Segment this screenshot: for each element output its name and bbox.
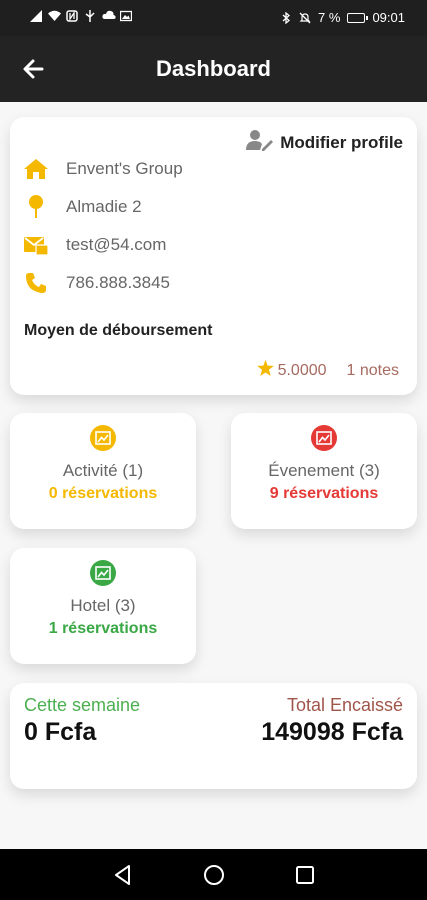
app-bar: Dashboard [0,36,427,102]
nfc-icon [66,10,78,22]
phone-row: 786.888.3845 [24,271,170,295]
total-summary: Total Encaissé 149098 Fcfa [261,695,403,747]
hotel-card[interactable]: Hotel (3) 1 réservations [10,548,196,664]
modify-profile-label: Modifier profile [280,132,403,152]
activity-card[interactable]: Activité (1) 0 réservations [10,413,196,529]
totals-card: Cette semaine 0 Fcfa Total Encaissé 1490… [10,683,417,789]
week-summary: Cette semaine 0 Fcfa [24,695,140,747]
location-text: Almadie 2 [66,197,142,216]
mail-icon [24,233,48,257]
mute-icon [299,12,311,24]
event-reservations: 9 réservations [269,485,379,502]
event-title: Évenement (3) [268,461,380,480]
wifi-icon [48,10,61,22]
payout-method-label: Moyen de déboursement [24,322,213,339]
battery-icon [347,12,369,23]
total-value: 149098 Fcfa [261,718,403,746]
image-icon [119,10,133,22]
usb-icon [84,10,96,22]
status-bar: 7 % 09:01 [0,0,427,36]
hotel-title: Hotel (3) [70,596,136,615]
total-label: Total Encaissé [286,695,403,715]
company-row: Envent's Group [24,157,183,181]
battery-percent: 7 % [318,10,341,25]
chart-icon [90,560,116,586]
notes-count: 1 notes [346,361,399,379]
email-text: test@54.com [66,235,167,254]
location-pin-icon [24,195,48,219]
chart-icon [90,425,116,451]
rating-value: 5.0000 [277,361,327,379]
modify-profile-button[interactable]: Modifier profile [246,129,403,156]
activity-title: Activité (1) [62,461,144,480]
hotel-reservations: 1 réservations [48,620,158,637]
nav-back-icon[interactable] [112,864,134,886]
system-navigation-bar [0,849,427,900]
page-title: Dashboard [156,56,271,81]
chart-icon [311,425,337,451]
clock: 09:01 [372,10,405,25]
phone-icon [24,271,48,295]
week-value: 0 Fcfa [24,718,97,746]
nav-home-icon[interactable] [203,864,225,886]
company-name: Envent's Group [66,159,183,178]
home-icon [24,157,48,181]
cloud-icon [102,10,116,22]
event-card[interactable]: Évenement (3) 9 réservations [231,413,417,529]
star-icon [256,360,274,381]
profile-card: Modifier profile Envent's Group Almadie … [10,117,417,395]
bluetooth-icon [280,11,292,24]
phone-text: 786.888.3845 [66,273,170,292]
user-edit-icon [246,129,274,156]
rating: 5.0000 1 notes [256,360,399,381]
nav-recents-icon[interactable] [294,864,316,886]
location-row: Almadie 2 [24,195,142,219]
week-label: Cette semaine [24,695,141,715]
activity-reservations: 0 réservations [48,485,158,502]
signal-icon [30,10,42,22]
email-row: test@54.com [24,233,166,257]
